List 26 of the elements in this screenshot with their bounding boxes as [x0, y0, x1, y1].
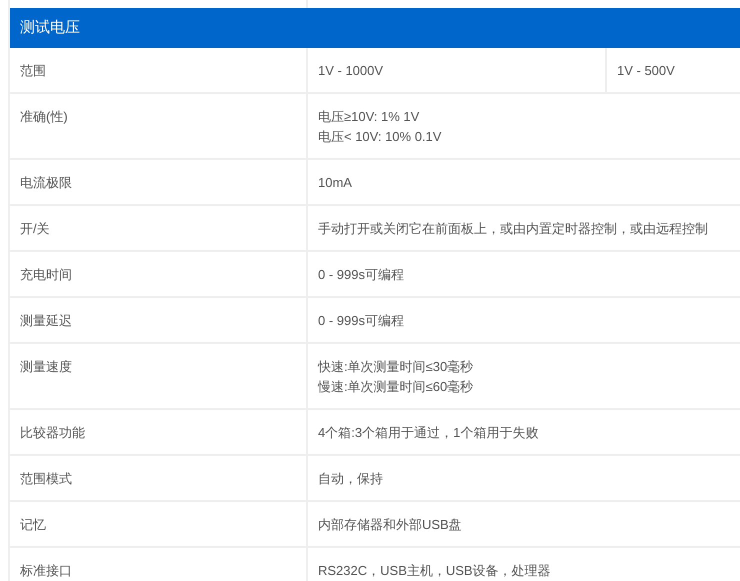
cell-value: 内部存储器和外部USB盘: [318, 516, 462, 534]
cell-value: 慢速:单次测量时间≤60毫秒: [318, 378, 474, 396]
cell-value: RS232C，USB主机，USB设备，处理器: [318, 562, 551, 580]
row-label: 比较器功能: [20, 424, 85, 442]
row-label: 准确(性): [20, 108, 68, 126]
row-label: 充电时间: [20, 266, 72, 284]
cell-value: 1V - 1000V: [318, 62, 384, 80]
cell-value: 0 - 999s可编程: [318, 266, 404, 284]
row-label: 测量速度: [20, 358, 72, 376]
row-label: 标准接口: [20, 562, 72, 580]
cell-value: 快速:单次测量时间≤30毫秒: [318, 358, 474, 376]
cell-value: 电压≥10V: 1% 1V: [318, 108, 420, 126]
row-label: 测量延迟: [20, 312, 72, 330]
cell-value: 10mA: [318, 174, 352, 192]
cell-value: 4个箱:3个箱用于通过，1个箱用于失败: [318, 424, 538, 442]
row-label: 开/关: [20, 220, 50, 238]
cell-value: 1V - 500V: [617, 62, 675, 80]
cell-value: 0 - 999s可编程: [318, 312, 404, 330]
cell-value: 自动，保持: [318, 470, 383, 488]
cell-value: 电压< 10V: 10% 0.1V: [318, 128, 442, 146]
row-label: 范围: [20, 62, 46, 80]
row-label: 电流极限: [20, 174, 72, 192]
cell-value: 手动打开或关闭它在前面板上，或由内置定时器控制，或由远程控制: [318, 220, 708, 238]
row-label: 范围模式: [20, 470, 72, 488]
table-header: 测试电压: [10, 8, 740, 48]
row-label: 记忆: [20, 516, 46, 534]
